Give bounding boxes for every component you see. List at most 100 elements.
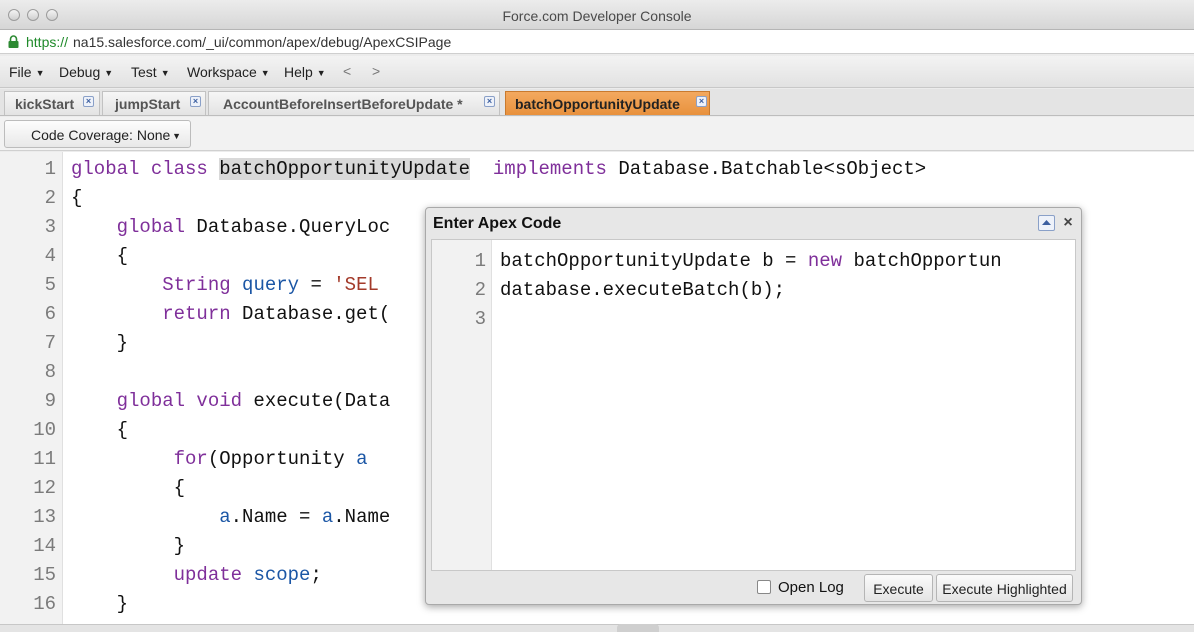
code-token: } — [71, 593, 129, 615]
code-token: a — [219, 506, 231, 528]
code-text: global Database.QueryLoc — [71, 216, 391, 238]
code-token: batchOpportunityUpdate — [219, 158, 471, 180]
window-titlebar: Force.com Developer Console — [0, 0, 1194, 30]
code-text: } — [71, 593, 128, 615]
status-strip — [0, 624, 1194, 632]
code-token: String — [162, 274, 231, 296]
code-token: global — [116, 216, 186, 238]
code-token: .Name — [333, 506, 391, 528]
caret-down-icon: ▼ — [104, 68, 114, 78]
window-title: Force.com Developer Console — [502, 8, 692, 24]
code-text: database.executeBatch(b); — [500, 279, 785, 301]
execute-button[interactable]: Execute — [864, 574, 933, 602]
line-number: 7 — [44, 332, 56, 354]
url-scheme: https:// — [26, 34, 69, 50]
line-number: 2 — [474, 279, 486, 301]
line-number: 10 — [33, 419, 56, 441]
code-text: a.Name = a.Name — [71, 506, 390, 528]
code-text: update scope; — [71, 564, 322, 586]
code-token: 'SEL — [333, 274, 379, 296]
code-text: return Database.get( — [71, 303, 390, 325]
line-number: 3 — [44, 216, 56, 238]
code-token: = — [299, 274, 334, 296]
caret-down-icon: ▼ — [260, 68, 270, 78]
menu-debug[interactable]: Debug ▼ — [59, 64, 113, 80]
code-token: { — [71, 245, 129, 267]
code-text: batchOpportunityUpdate b = new batchOppo… — [500, 250, 1002, 272]
close-tab-icon[interactable]: × — [83, 96, 94, 107]
code-token: global class — [71, 158, 220, 180]
code-token: } — [71, 332, 129, 354]
tab-accountbeforeinsertbeforeupdate[interactable]: AccountBeforeInsertBeforeUpdate * × — [208, 91, 500, 115]
code-token: (Opportunity — [207, 448, 357, 470]
collapse-dialog-button[interactable] — [1038, 215, 1055, 231]
panel-splitter-handle[interactable] — [617, 624, 659, 632]
editor-tab-bar: kickStart × jumpStart × AccountBeforeIns… — [0, 89, 1194, 116]
line-number: 12 — [33, 477, 56, 499]
code-token: ; — [310, 564, 322, 586]
open-log-checkbox[interactable] — [757, 580, 771, 594]
apex-code-input[interactable]: 1 batchOpportunityUpdate b = new batchOpp… — [431, 239, 1076, 571]
menu-test[interactable]: Test ▼ — [131, 64, 170, 80]
code-token: new — [807, 250, 843, 272]
line-number: 1 — [474, 250, 486, 272]
caret-down-icon: ▼ — [35, 68, 45, 78]
code-token: { — [71, 419, 129, 441]
code-token: return — [162, 303, 231, 325]
code-token: for — [173, 448, 208, 470]
line-number: 1 — [44, 158, 56, 180]
line-number: 9 — [44, 390, 56, 412]
line-number: 11 — [33, 448, 56, 470]
code-text: } — [71, 332, 128, 354]
caret-down-icon: ▼ — [316, 68, 326, 78]
code-text: { — [71, 477, 185, 499]
code-text: { — [71, 419, 128, 441]
close-tab-icon[interactable]: × — [696, 96, 707, 107]
back-button[interactable]: < — [343, 63, 351, 79]
line-number: 8 — [44, 361, 56, 383]
tab-batchopportunityupdate[interactable]: batchOpportunityUpdate × — [505, 91, 710, 115]
code-token: { — [71, 477, 186, 499]
line-number: 3 — [474, 308, 486, 330]
code-token: } — [71, 535, 186, 557]
menu-workspace[interactable]: Workspace ▼ — [187, 64, 270, 80]
line-number: 2 — [44, 187, 56, 209]
line-number: 14 — [33, 535, 56, 557]
code-token: Database.Batchable<sObject> — [606, 158, 927, 180]
code-token: database.executeBatch(b); — [500, 279, 786, 301]
code-text: global void execute(Data — [71, 390, 391, 412]
close-tab-icon[interactable]: × — [190, 96, 201, 107]
address-bar[interactable]: https:// na15.salesforce.com/_ui/common/… — [0, 30, 1194, 54]
close-dialog-button[interactable]: × — [1060, 215, 1076, 232]
code-token: .Name = — [230, 506, 322, 528]
code-token: scope — [253, 564, 311, 586]
code-coverage-dropdown[interactable]: Code Coverage: None ▼ — [4, 120, 191, 148]
code-token: global void — [116, 390, 243, 412]
lock-icon — [8, 35, 19, 48]
tab-kickstart[interactable]: kickStart × — [4, 91, 100, 115]
menu-help[interactable]: Help ▼ — [284, 64, 326, 80]
forward-button[interactable]: > — [372, 63, 380, 79]
menu-bar: File ▼ Debug ▼ Test ▼ Workspace ▼ Help ▼ < > — [0, 56, 1194, 88]
execute-highlighted-button[interactable]: Execute Highlighted — [936, 574, 1073, 602]
code-text: for(Opportunity a — [71, 448, 368, 470]
tab-jumpstart[interactable]: jumpStart × — [102, 91, 206, 115]
code-token: a — [321, 506, 334, 528]
dialog-footer: Open Log Execute Execute Highlighted — [431, 572, 1076, 602]
line-number: 16 — [33, 593, 56, 615]
line-number: 6 — [44, 303, 56, 325]
code-token: update — [173, 564, 243, 586]
close-tab-icon[interactable]: × — [484, 96, 495, 107]
menu-file[interactable]: File ▼ — [9, 64, 44, 80]
line-number: 15 — [33, 564, 56, 586]
code-token: { — [71, 187, 83, 209]
